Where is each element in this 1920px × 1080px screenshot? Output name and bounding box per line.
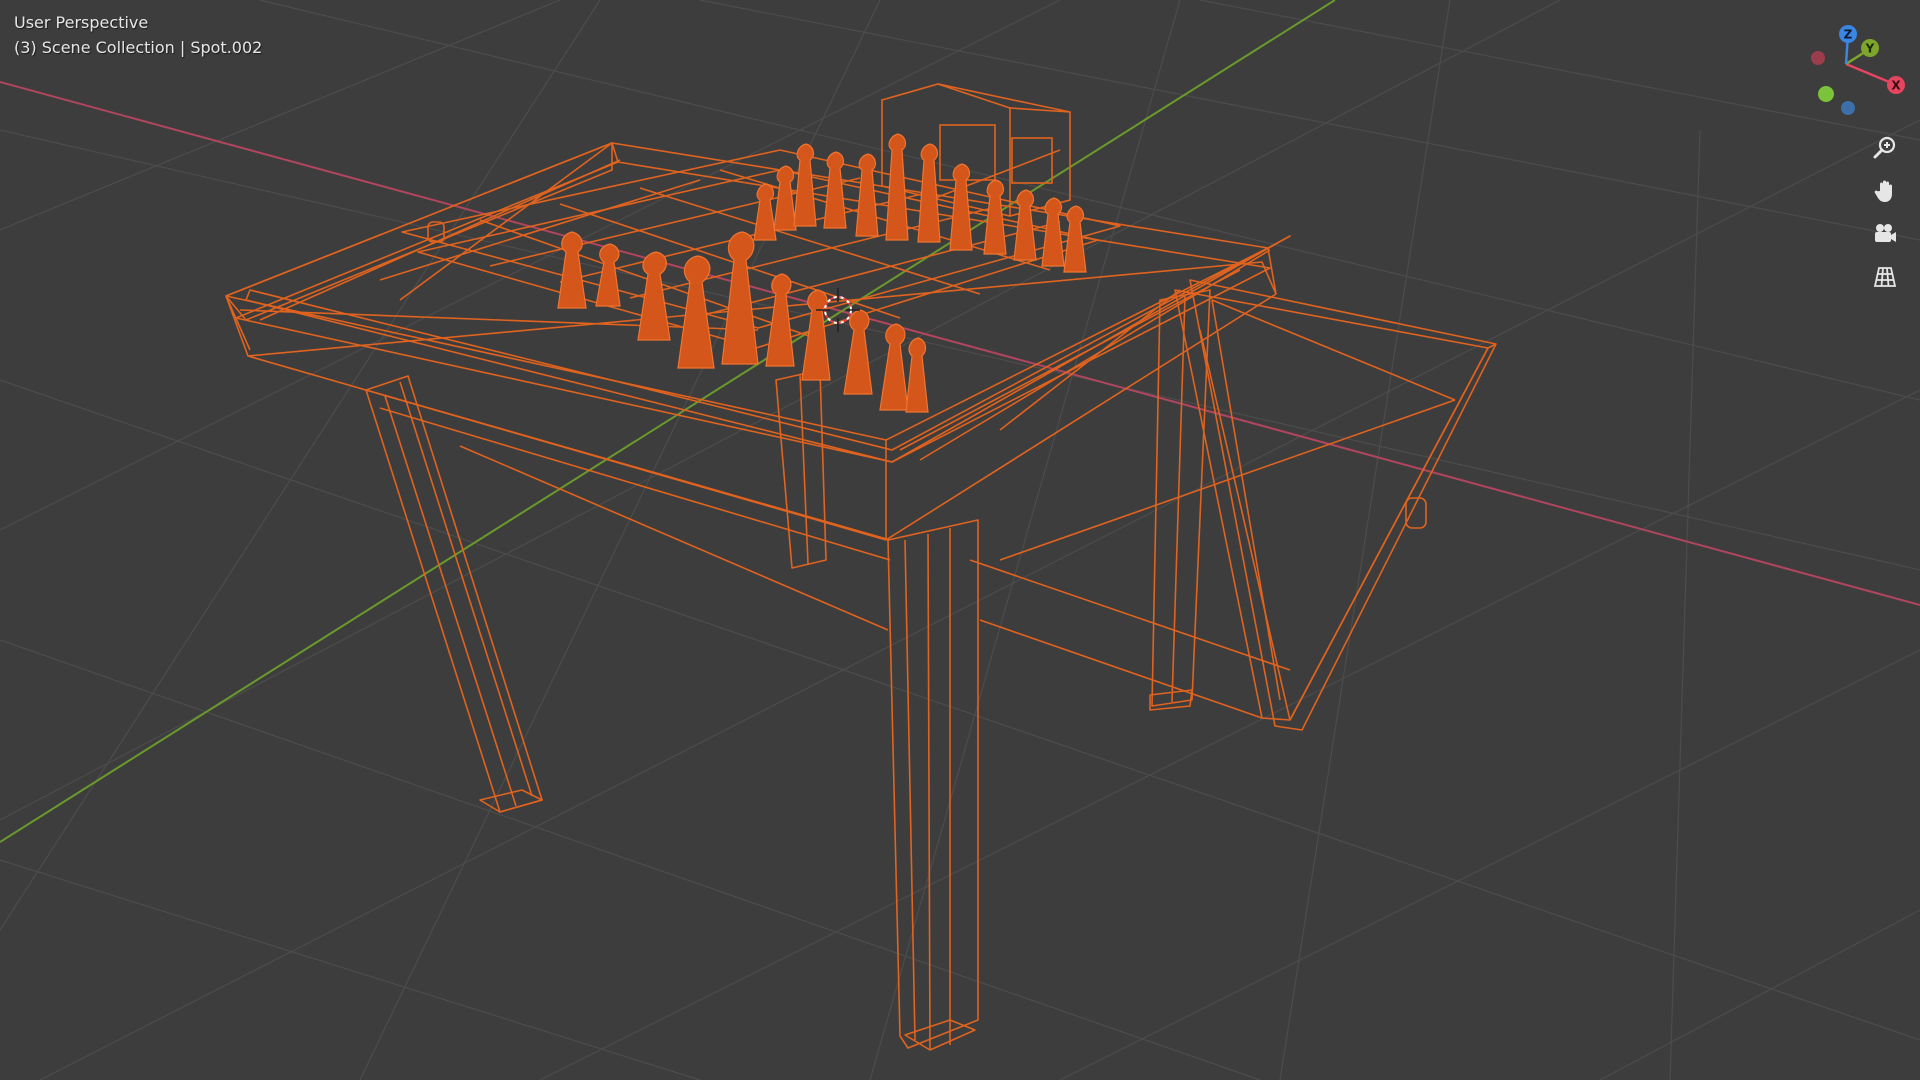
gizmo-neg-x-handle[interactable] (1811, 51, 1825, 65)
pan-button[interactable] (1867, 173, 1903, 209)
svg-text:Y: Y (1865, 42, 1875, 56)
navigation-gizmo[interactable]: Z Y X (1810, 18, 1910, 128)
gizmo-neg-z-handle[interactable] (1841, 101, 1855, 115)
zoom-button[interactable] (1867, 130, 1903, 166)
gizmo-z-handle[interactable]: Z (1839, 25, 1857, 43)
gizmo-x-handle[interactable]: X (1887, 76, 1905, 94)
camera-view-button[interactable] (1867, 216, 1903, 252)
hand-icon (1874, 180, 1892, 202)
y-axis-line (0, 0, 1336, 843)
floor-grid (0, 0, 1920, 1080)
chess-pieces-wireframe (557, 133, 1087, 413)
perspective-toggle-button[interactable] (1867, 259, 1903, 295)
table-wireframe (225, 142, 1497, 1051)
3d-viewport[interactable]: User Perspective (3) Scene Collection | … (0, 0, 1920, 1080)
view-context-label: (3) Scene Collection | Spot.002 (14, 38, 263, 57)
gizmo-neg-y-handle[interactable] (1818, 86, 1834, 102)
scene-wireframe[interactable] (0, 0, 1920, 1080)
camera-icon (1875, 224, 1896, 242)
x-axis-line (0, 81, 1920, 606)
svg-text:X: X (1891, 79, 1901, 93)
grid-perspective-icon (1873, 267, 1897, 287)
view-name-label: User Perspective (14, 13, 149, 32)
gizmo-y-handle[interactable]: Y (1861, 39, 1879, 57)
zoom-icon (1873, 136, 1896, 159)
svg-text:Z: Z (1844, 28, 1853, 42)
